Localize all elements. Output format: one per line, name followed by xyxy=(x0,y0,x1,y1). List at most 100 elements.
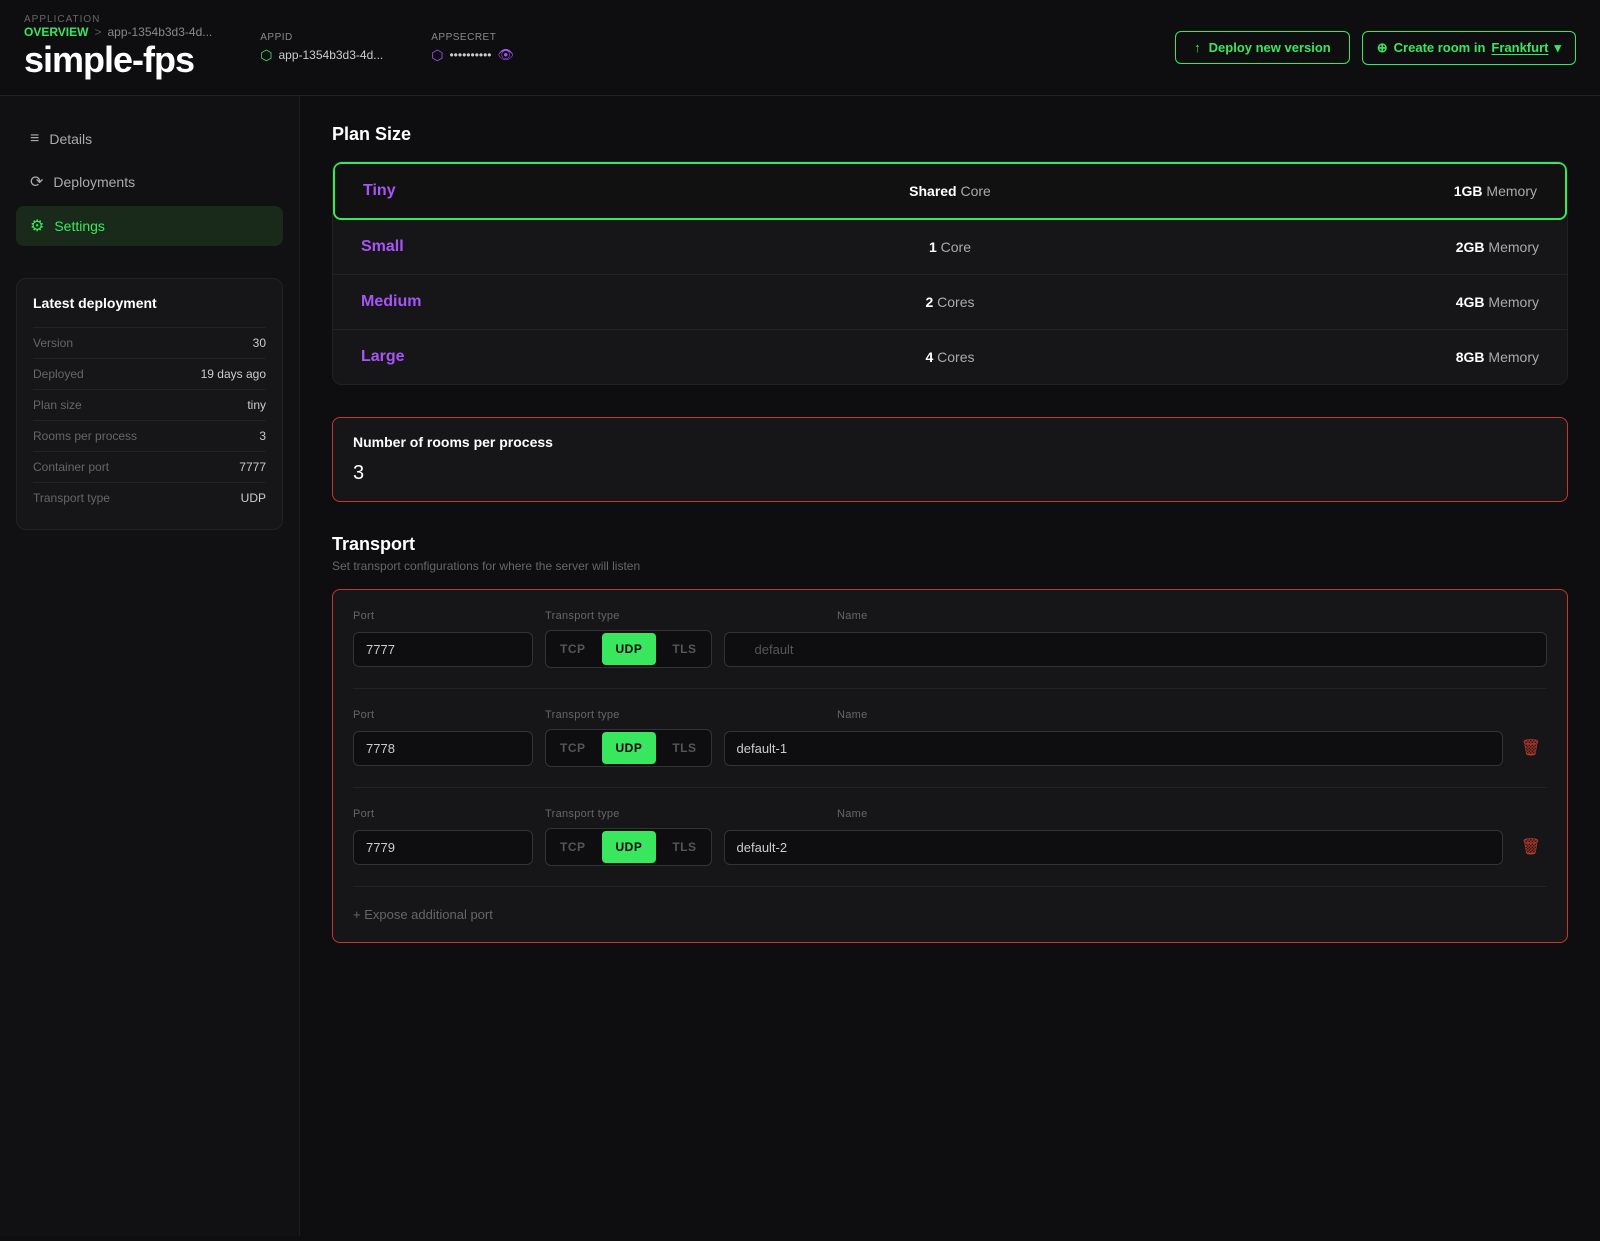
plan-core-large-text: 4 Cores xyxy=(925,349,974,365)
plansize-key: Plan size xyxy=(33,398,82,412)
plan-core-medium: 2 Cores xyxy=(754,294,1147,310)
add-port-label: + Expose additional port xyxy=(353,907,493,922)
transport-key: Transport type xyxy=(33,491,110,505)
name-label-2: Name xyxy=(837,709,1547,721)
type-label-1: Transport type xyxy=(545,610,825,622)
create-room-prefix: Create room in xyxy=(1394,40,1486,55)
plan-card-small[interactable]: Small 1 Core 2GB Memory xyxy=(333,220,1567,275)
transport-inputs-2: TCP UDP TLS 🗑 xyxy=(353,729,1547,767)
containerport-key: Container port xyxy=(33,460,109,474)
appid-label: AppId xyxy=(260,32,383,43)
settings-label: Settings xyxy=(54,218,105,234)
name-input-1[interactable] xyxy=(724,632,1547,667)
sidebar-item-deployments[interactable]: ⟳ Deployments xyxy=(16,162,283,202)
udp-btn-2[interactable]: UDP xyxy=(602,732,657,764)
type-group-2: TCP UDP TLS xyxy=(545,729,712,767)
transport-entry-3: Port Transport type Name TCP UDP TLS 🗑 xyxy=(353,808,1547,887)
tcp-btn-2[interactable]: TCP xyxy=(546,732,600,764)
tls-btn-3[interactable]: TLS xyxy=(658,831,710,863)
sidebar: ≡ Details ⟳ Deployments ⚙ Settings Lates… xyxy=(0,96,300,1236)
rooms-section: Number of rooms per process xyxy=(332,417,1568,502)
plan-memory-large: 8GB Memory xyxy=(1146,349,1539,365)
port-label-2: Port xyxy=(353,709,533,721)
plan-core-small: 1 Core xyxy=(754,239,1147,255)
transport-box: Port Transport type Name TCP UDP TLS xyxy=(332,589,1568,943)
header: APPLICATION OVERVIEW > app-1354b3d3-4d..… xyxy=(0,0,1600,96)
deployments-icon: ⟳ xyxy=(30,172,43,192)
plan-size-title: Plan Size xyxy=(332,124,1568,145)
chevron-down-icon[interactable]: ▾ xyxy=(1554,40,1561,56)
create-room-button[interactable]: ⊕ Create room in Frankfurt ▾ xyxy=(1362,31,1576,65)
plan-name-medium: Medium xyxy=(361,293,754,311)
breadcrumb-app: app-1354b3d3-4d... xyxy=(107,25,212,39)
plan-core-large: 4 Cores xyxy=(754,349,1147,365)
rooms-label: Number of rooms per process xyxy=(353,434,1547,450)
transport-labels-1: Port Transport type Name xyxy=(353,610,1547,622)
transport-inputs-3: TCP UDP TLS 🗑 xyxy=(353,828,1547,866)
rooms-input[interactable] xyxy=(353,462,1547,485)
eye-icon[interactable]: 👁 xyxy=(498,47,515,63)
delete-btn-2[interactable]: 🗑 xyxy=(1515,734,1547,762)
sidebar-item-settings[interactable]: ⚙ Settings xyxy=(16,206,283,246)
plansize-val: tiny xyxy=(247,398,266,412)
breadcrumb-overview[interactable]: OVERVIEW xyxy=(24,25,88,39)
port-input-2[interactable] xyxy=(353,731,533,766)
sidebar-item-details[interactable]: ≡ Details xyxy=(16,120,283,158)
create-room-location: Frankfurt xyxy=(1491,40,1548,55)
port-input-3[interactable] xyxy=(353,830,533,865)
app-title: simple-fps xyxy=(24,39,212,81)
plan-cards: Tiny Shared Core 1GB Memory Small 1 Core… xyxy=(332,161,1568,385)
breadcrumb-sep: > xyxy=(94,25,101,39)
transport-labels-3: Port Transport type Name xyxy=(353,808,1547,820)
details-label: Details xyxy=(49,131,92,147)
udp-btn-3[interactable]: UDP xyxy=(602,831,657,863)
deploy-row-rooms: Rooms per process 3 xyxy=(33,420,266,451)
deployed-key: Deployed xyxy=(33,367,84,381)
tls-btn-2[interactable]: TLS xyxy=(658,732,710,764)
latest-deployment-card: Latest deployment Version 30 Deployed 19… xyxy=(16,278,283,530)
plan-card-tiny[interactable]: Tiny Shared Core 1GB Memory xyxy=(333,162,1567,220)
context-label: APPLICATION xyxy=(24,14,212,25)
plan-core-medium-text: 2 Cores xyxy=(925,294,974,310)
port-label-3: Port xyxy=(353,808,533,820)
name-label-1: Name xyxy=(837,610,1547,622)
deploy-row-containerport: Container port 7777 xyxy=(33,451,266,482)
transport-val: UDP xyxy=(241,491,266,505)
port-input-1[interactable] xyxy=(353,632,533,667)
plan-name-small: Small xyxy=(361,238,754,256)
deployments-label: Deployments xyxy=(53,174,135,190)
rooms-key: Rooms per process xyxy=(33,429,137,443)
add-port-row[interactable]: + Expose additional port xyxy=(353,907,1547,922)
containerport-val: 7777 xyxy=(239,460,266,474)
udp-btn-1[interactable]: UDP xyxy=(602,633,657,665)
rooms-input-box: Number of rooms per process xyxy=(332,417,1568,502)
appsecret-label: AppSecret xyxy=(431,32,514,43)
appid-meta: AppId ⬡ app-1354b3d3-4d... xyxy=(260,32,383,64)
plan-memory-large-text: 8GB Memory xyxy=(1456,349,1539,365)
transport-section: Transport Set transport configurations f… xyxy=(332,534,1568,943)
delete-btn-3[interactable]: 🗑 xyxy=(1515,833,1547,861)
plan-memory-medium-text: 4GB Memory xyxy=(1456,294,1539,310)
name-label-3: Name xyxy=(837,808,1547,820)
plan-card-large[interactable]: Large 4 Cores 8GB Memory xyxy=(333,330,1567,384)
tcp-btn-3[interactable]: TCP xyxy=(546,831,600,863)
plan-card-medium[interactable]: Medium 2 Cores 4GB Memory xyxy=(333,275,1567,330)
deploy-button[interactable]: ↑ Deploy new version xyxy=(1175,31,1350,64)
header-actions: ↑ Deploy new version ⊕ Create room in Fr… xyxy=(1175,31,1576,65)
app-info: APPLICATION OVERVIEW > app-1354b3d3-4d..… xyxy=(24,14,212,81)
main-content: Plan Size Tiny Shared Core 1GB Memory Sm… xyxy=(300,96,1600,1236)
name-input-2[interactable] xyxy=(724,731,1503,766)
appsecret-value: ⬡ •••••••••• 👁 xyxy=(431,47,514,64)
plan-memory-medium: 4GB Memory xyxy=(1146,294,1539,310)
tcp-btn-1[interactable]: TCP xyxy=(546,633,600,665)
latest-deployment-title: Latest deployment xyxy=(33,295,266,311)
settings-icon: ⚙ xyxy=(30,216,44,236)
tls-btn-1[interactable]: TLS xyxy=(658,633,710,665)
version-key: Version xyxy=(33,336,73,350)
deploy-icon: ↑ xyxy=(1194,40,1201,55)
name-input-3[interactable] xyxy=(724,830,1503,865)
type-label-3: Transport type xyxy=(545,808,825,820)
plan-name-tiny: Tiny xyxy=(363,182,754,200)
appid-icon: ⬡ xyxy=(260,47,272,64)
type-group-3: TCP UDP TLS xyxy=(545,828,712,866)
